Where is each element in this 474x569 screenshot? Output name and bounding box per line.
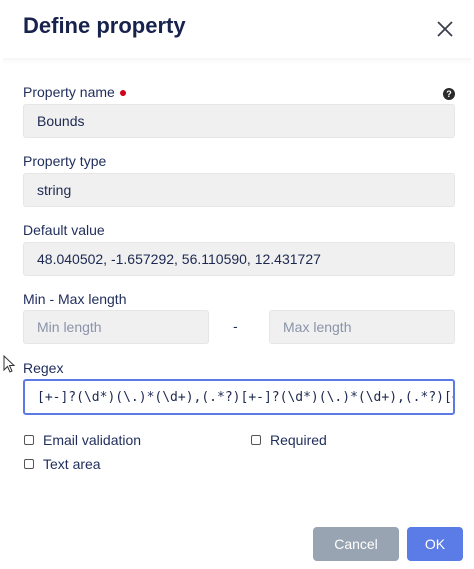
default-value-label: Default value <box>23 222 105 238</box>
define-property-dialog: Define property Property name ● ? Bounds … <box>0 0 474 569</box>
property-name-label-text: Property name <box>23 84 115 100</box>
max-length-input[interactable]: Max length <box>269 310 455 344</box>
email-validation-label: Email validation <box>43 432 142 448</box>
email-validation-option[interactable]: Email validation <box>24 432 141 448</box>
property-name-label: Property name ● <box>23 84 127 100</box>
required-label: Required <box>270 432 327 448</box>
text-area-label: Text area <box>43 456 101 472</box>
required-indicator: ● <box>118 84 128 100</box>
close-icon[interactable] <box>432 16 458 42</box>
property-type-label: Property type <box>23 153 107 169</box>
cancel-button[interactable]: Cancel <box>313 527 399 561</box>
min-length-input[interactable]: Min length <box>23 310 209 344</box>
dialog-header: Define property <box>0 0 474 58</box>
length-separator: - <box>233 318 238 334</box>
mouse-cursor-icon <box>3 354 17 375</box>
email-validation-checkbox[interactable] <box>24 435 34 445</box>
text-area-option[interactable]: Text area <box>24 456 101 472</box>
length-label: Min - Max length <box>23 291 127 307</box>
dialog-title: Define property <box>23 13 186 38</box>
text-area-checkbox[interactable] <box>24 459 34 469</box>
regex-label: Regex <box>23 360 64 376</box>
property-name-field[interactable]: Bounds <box>23 104 455 138</box>
dialog-footer <box>0 510 474 569</box>
help-icon[interactable]: ? <box>443 88 455 100</box>
ok-button[interactable]: OK <box>407 527 463 561</box>
required-option[interactable]: Required <box>251 432 327 448</box>
required-checkbox[interactable] <box>251 435 261 445</box>
regex-input[interactable]: [+-]?(\d*)(\.)*(\d+),(.*?)[+-]?(\d*)(\.)… <box>23 379 455 415</box>
default-value-field[interactable]: 48.040502, -1.657292, 56.110590, 12.4317… <box>23 242 455 276</box>
property-type-field[interactable]: string <box>23 173 455 207</box>
